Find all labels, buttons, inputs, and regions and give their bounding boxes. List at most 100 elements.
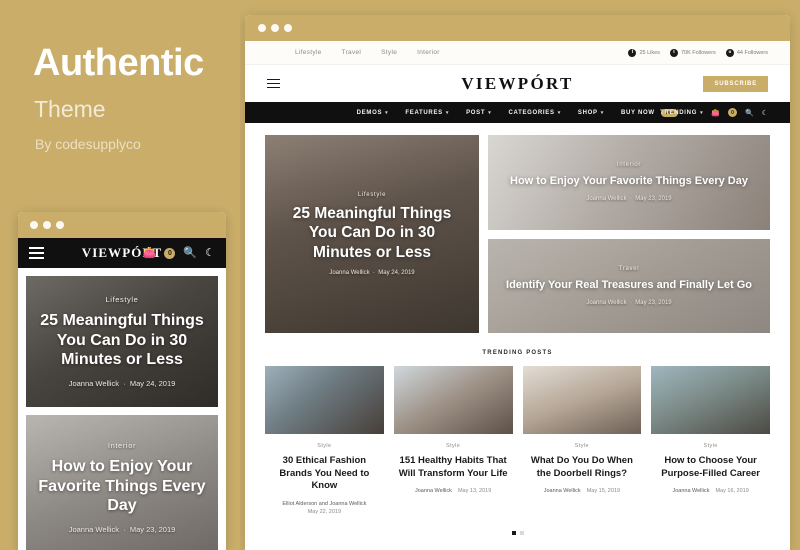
twitter-count: 70K Followers — [680, 49, 716, 56]
cart-count-badge: 0 — [164, 247, 176, 259]
nav-item-list: DEMOS ▾ FEATURES ▾ POST ▾ CATEGORIES ▾ S… — [357, 108, 679, 117]
window-minimize-dot[interactable] — [43, 221, 51, 229]
hero-side-2-meta: Joanna Wellick · May 23, 2019 — [586, 300, 671, 306]
nav-item-features[interactable]: FEATURES ▾ — [405, 110, 449, 116]
hamburger-icon[interactable] — [29, 247, 44, 259]
topbar-link-style[interactable]: Style — [381, 49, 397, 56]
cart-icon[interactable]: 👛 — [711, 109, 720, 117]
subscribe-button[interactable]: SUBSCRIBE — [703, 75, 768, 92]
chevron-down-icon: ▾ — [700, 109, 704, 116]
meta-separator: · — [121, 524, 128, 534]
window-minimize-dot[interactable] — [271, 24, 279, 32]
window-close-dot[interactable] — [30, 221, 38, 229]
social-facebook[interactable]: f 25 Likes — [628, 48, 660, 57]
trending-post-meta: Joanna Wellick May 13, 2019 — [415, 487, 491, 496]
mobile-post-card-1[interactable]: Lifestyle 25 Meaningful Things You Can D… — [26, 276, 218, 407]
trending-post-category[interactable]: Style — [317, 443, 331, 449]
trending-post-title[interactable]: How to Choose Your Purpose-Filled Career — [651, 455, 770, 480]
mobile-window-chrome — [18, 212, 226, 238]
trending-post-title[interactable]: 151 Healthy Habits That Will Transform Y… — [394, 455, 513, 480]
nav-right-tools: TRENDING ▾ 👛 0 🔍 ☾ — [660, 108, 768, 117]
trending-post-thumbnail[interactable] — [265, 366, 384, 434]
social-twitter[interactable]: t 70K Followers — [669, 48, 716, 57]
facebook-count: 25 Likes — [639, 49, 660, 56]
window-maximize-dot[interactable] — [284, 24, 292, 32]
hero-featured-category[interactable]: Lifestyle — [358, 192, 386, 198]
topbar-link-travel[interactable]: Travel — [342, 49, 362, 56]
social-instagram[interactable]: o 44 Followers — [725, 48, 768, 57]
hero-side-2-category[interactable]: Travel — [619, 266, 640, 272]
hero-featured-card[interactable]: Lifestyle 25 Meaningful Things You Can D… — [265, 135, 479, 333]
trending-post-title[interactable]: What Do You Do When the Doorbell Rings? — [523, 455, 642, 480]
pagination-dot-2[interactable] — [519, 531, 524, 536]
pagination-dot-1[interactable] — [511, 531, 516, 536]
meta-separator: · — [628, 196, 634, 203]
trending-post-card[interactable]: Style 151 Healthy Habits That Will Trans… — [393, 366, 513, 517]
hero-side-1-category[interactable]: Interior — [617, 162, 641, 168]
nav-item-post[interactable]: POST ▾ — [466, 110, 491, 116]
trending-post-author[interactable]: Joanna Wellick — [672, 488, 709, 494]
chevron-down-icon: ▾ — [445, 109, 450, 116]
trending-post-thumbnail[interactable] — [522, 366, 642, 434]
mobile-post-1-category[interactable]: Lifestyle — [106, 295, 139, 304]
mobile-post-2-title[interactable]: How to Enjoy Your Favorite Things Every … — [38, 457, 206, 516]
hero-side-1-author[interactable]: Joanna Wellick — [586, 196, 626, 202]
mobile-post-2-category[interactable]: Interior — [108, 441, 136, 450]
nav-item-categories[interactable]: CATEGORIES ▾ — [508, 110, 560, 116]
nav-item-demos[interactable]: DEMOS ▾ — [357, 110, 389, 116]
trending-post-title[interactable]: 30 Ethical Fashion Brands You Need to Kn… — [265, 455, 384, 493]
mobile-post-1-title[interactable]: 25 Meaningful Things You Can Do in 30 Mi… — [38, 311, 206, 370]
trending-post-card[interactable]: Style How to Choose Your Purpose-Filled … — [651, 366, 770, 517]
mobile-post-2-author[interactable]: Joanna Wellick — [69, 525, 119, 534]
nav-label-demos: DEMOS — [356, 109, 383, 116]
moon-icon[interactable]: ☾ — [762, 109, 768, 117]
nav-label-categories: CATEGORIES — [508, 109, 555, 116]
site-masthead: VIEWPÓRT SUBSCRIBE — [245, 65, 790, 102]
moon-icon[interactable]: ☾ — [205, 247, 215, 259]
trending-post-thumbnail[interactable] — [651, 366, 770, 434]
trending-post-author[interactable]: Joanna Wellick — [544, 488, 581, 494]
nav-item-shop[interactable]: SHOP ▾ — [578, 110, 604, 116]
trending-post-category[interactable]: Style — [446, 443, 460, 449]
trending-post-category[interactable]: Style — [704, 443, 718, 449]
window-maximize-dot[interactable] — [56, 221, 64, 229]
site-topbar: Lifestyle Travel Style Interior f 25 Lik… — [245, 41, 790, 65]
meta-separator: · — [371, 270, 377, 277]
search-icon[interactable]: 🔍 — [183, 247, 197, 259]
trending-post-meta: Joanna Wellick May 16, 2019 — [672, 487, 748, 496]
trending-post-date: May 15, 2019 — [586, 488, 621, 495]
topbar-link-interior[interactable]: Interior — [417, 49, 440, 56]
hero-side-2-author[interactable]: Joanna Wellick — [586, 300, 626, 306]
hero-featured-author[interactable]: Joanna Wellick — [329, 270, 369, 276]
hero-side-column: Interior How to Enjoy Your Favorite Thin… — [488, 135, 770, 333]
desktop-window-chrome — [245, 15, 790, 41]
search-icon[interactable]: 🔍 — [745, 109, 754, 117]
mobile-post-2-date: May 23, 2019 — [129, 524, 176, 534]
trending-post-date: May 16, 2019 — [715, 488, 749, 495]
carousel-pagination — [245, 531, 790, 536]
hero-featured-title[interactable]: 25 Meaningful Things You Can Do in 30 Mi… — [281, 204, 463, 263]
chevron-down-icon: ▾ — [385, 109, 389, 116]
meta-separator — [453, 488, 456, 494]
mobile-post-card-2[interactable]: Interior How to Enjoy Your Favorite Thin… — [26, 415, 218, 550]
topbar-link-lifestyle[interactable]: Lifestyle — [295, 49, 322, 56]
hero-side-card-2[interactable]: Travel Identify Your Real Treasures and … — [488, 238, 770, 333]
trending-post-card[interactable]: Style 30 Ethical Fashion Brands You Need… — [265, 366, 384, 517]
nav-item-trending[interactable]: TRENDING ▾ — [660, 110, 703, 116]
mobile-post-1-author[interactable]: Joanna Wellick — [69, 379, 119, 388]
hero-side-card-1[interactable]: Interior How to Enjoy Your Favorite Thin… — [488, 135, 770, 230]
hero-side-1-title[interactable]: How to Enjoy Your Favorite Things Every … — [510, 174, 748, 188]
hamburger-icon[interactable] — [267, 78, 280, 89]
cart-icon[interactable]: 👛 — [143, 247, 157, 259]
twitter-icon: t — [669, 48, 678, 57]
trending-post-author[interactable]: Joanna Wellick — [415, 488, 452, 494]
hero-side-2-title[interactable]: Identify Your Real Treasures and Finally… — [506, 278, 752, 292]
social-counters: f 25 Likes t 70K Followers o 44 Follower… — [628, 48, 768, 57]
window-close-dot[interactable] — [258, 24, 266, 32]
chevron-down-icon: ▾ — [600, 109, 604, 116]
hero-side-2-date: May 23, 2019 — [635, 299, 672, 306]
trending-post-category[interactable]: Style — [575, 443, 589, 449]
trending-post-thumbnail[interactable] — [393, 366, 513, 434]
trending-post-author[interactable]: Elliot Alderson and Joanna Wellick — [282, 501, 366, 507]
trending-post-card[interactable]: Style What Do You Do When the Doorbell R… — [522, 366, 642, 517]
